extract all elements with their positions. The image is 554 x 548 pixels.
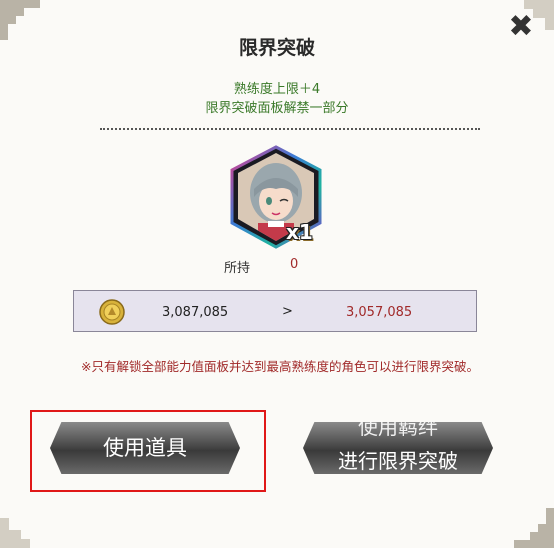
dotted-divider xyxy=(100,128,480,130)
coin-cost-bar: 3,087,085 > 3,057,085 xyxy=(73,290,477,332)
corner-ornament-bottom-right xyxy=(514,508,554,548)
coin-current: 3,087,085 xyxy=(162,305,229,320)
subtitle-panel-unlock: 限界突破面板解禁一部分 xyxy=(205,101,349,116)
dialog-title: 限界突破 xyxy=(238,37,315,59)
coin-after: 3,057,085 xyxy=(346,305,413,320)
bond-button-line2: 进行限界突破 xyxy=(338,449,458,473)
corner-ornament-bottom-left xyxy=(0,518,30,548)
limit-break-dialog: ✖ 限界突破 熟练度上限＋4 限界突破面板解禁一部分 x1 所持 0 3,087… xyxy=(0,0,554,548)
gold-coin-icon xyxy=(99,299,125,325)
hold-count: 0 xyxy=(290,257,299,272)
use-item-button[interactable]: 使用道具 xyxy=(50,422,240,474)
hold-label: 所持 xyxy=(224,261,251,276)
item-count-badge: x1 xyxy=(286,220,313,244)
bond-limit-break-button[interactable]: 使用羁绊 进行限界突破 xyxy=(303,422,493,474)
coin-arrow: > xyxy=(282,304,293,319)
requirement-note: ※只有解锁全部能力值面板并达到最高熟练度的角色可以进行限界突破。 xyxy=(81,359,479,374)
bond-button-line1: 使用羁绊 xyxy=(358,415,438,439)
subtitle-proficiency: 熟练度上限＋4 xyxy=(233,82,321,97)
